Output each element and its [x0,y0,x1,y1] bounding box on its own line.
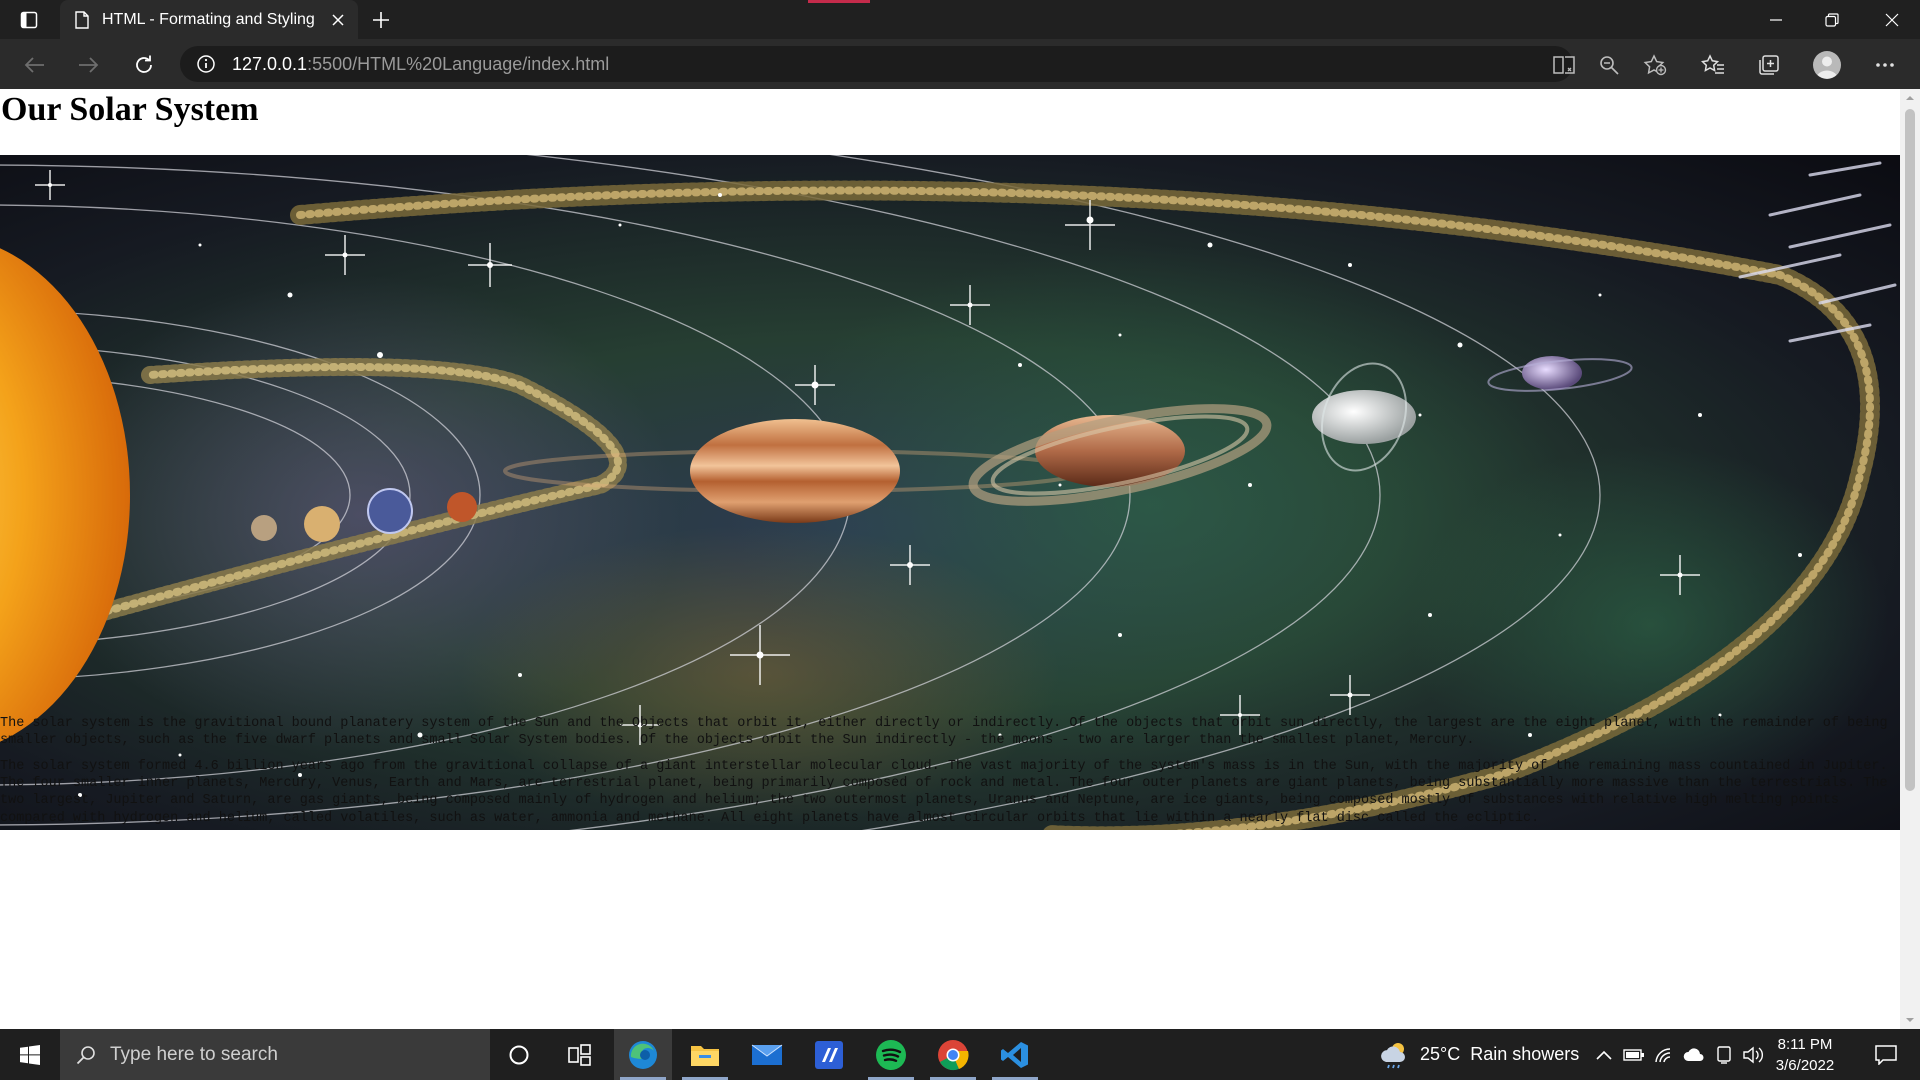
weather-widget[interactable]: 25°C Rain showers [1380,1029,1579,1080]
clock-time: 8:11 PM [1777,1036,1833,1053]
cortana-button[interactable] [490,1029,548,1080]
profile-icon [1813,51,1841,79]
media-playing-indicator [808,0,870,3]
weather-description: Rain showers [1470,1044,1580,1064]
more-options-button[interactable] [1868,48,1902,82]
collections-button[interactable] [1752,48,1786,82]
close-window-icon [1885,13,1899,26]
more-icon [1876,63,1894,67]
windows-logo-icon [20,1044,40,1065]
battery-status[interactable] [1622,1029,1646,1080]
clock-date: 3/6/2022 [1775,1057,1835,1074]
favorites-button[interactable] [1696,48,1730,82]
taskbar-vscode[interactable] [986,1029,1044,1080]
add-favorite-icon [1643,54,1667,76]
active-tab[interactable]: HTML - Formating and Styling [60,0,358,39]
rain-cloud-icon [1381,1042,1405,1068]
back-icon [24,57,44,73]
taskbar-search[interactable]: Type here to search [60,1029,490,1080]
immersive-reader-button[interactable] [1547,48,1581,82]
refresh-button[interactable] [127,48,161,82]
taskbar-edge[interactable] [614,1029,672,1080]
collections-icon [1759,55,1779,75]
favorites-icon [1701,54,1724,74]
cloud-icon [1683,1047,1704,1061]
scroll-up-icon[interactable] [1900,91,1920,105]
network-status[interactable] [1652,1029,1676,1080]
page-heading: Our Solar System [1,91,259,128]
forward-button[interactable] [72,48,106,82]
zoom-button[interactable] [1592,48,1626,82]
scroll-thumb[interactable] [1905,109,1915,791]
browser-toolbar: 127.0.0.1:5500/HTML%20Language/index.htm… [0,39,1920,89]
task-view-button[interactable] [551,1029,609,1080]
tab-actions-icon [20,11,38,29]
close-icon [332,13,344,26]
tab-actions-button[interactable] [14,6,44,34]
immersive-reader-icon [1553,56,1575,74]
url-path: :5500/HTML%20Language/index.html [307,53,610,74]
notification-icon [1875,1044,1897,1065]
windows-taskbar: Type here to search 25°C Rain showers 8:… [0,1029,1920,1080]
search-icon [76,1045,95,1064]
page-icon [75,10,89,29]
paragraph-intro: The solar system is the gravitional boun… [0,716,1888,749]
info-icon[interactable] [196,54,216,74]
task-view-icon [568,1043,591,1066]
search-placeholder: Type here to search [110,1043,278,1065]
tab-strip: HTML - Formating and Styling [0,0,1920,39]
page-viewport: Our Solar System The solar system is the… [0,89,1900,1029]
taskbar-spotify[interactable] [862,1029,920,1080]
start-button[interactable] [0,1029,60,1080]
show-hidden-icons-button[interactable] [1592,1029,1616,1080]
mail-icon [751,1044,783,1065]
close-tab-button[interactable] [324,6,352,34]
restore-icon [1825,12,1839,27]
chevron-up-icon [1596,1050,1612,1060]
taskbar-mail[interactable] [738,1029,796,1080]
tab-title: HTML - Formating and Styling [102,10,315,28]
restore-button[interactable] [1804,0,1860,39]
back-button[interactable] [17,48,51,82]
visual-studio-icon [815,1040,843,1069]
cortana-icon [509,1045,529,1064]
taskbar-visual-studio[interactable] [800,1029,858,1080]
forward-icon [79,57,99,73]
edge-icon [629,1040,657,1069]
weather-temperature: 25°C [1420,1044,1461,1064]
profile-button[interactable] [1810,48,1844,82]
wifi-icon [1655,1047,1671,1062]
battery-icon [1623,1048,1644,1061]
device-icon [1717,1045,1731,1064]
taskbar-file-explorer[interactable] [676,1029,734,1080]
notifications-button[interactable] [1862,1029,1910,1080]
plus-icon [373,12,389,28]
zoom-icon [1600,56,1619,75]
refresh-icon [136,55,152,73]
paragraph-formation: The solar system formed 4.6 billion year… [0,759,1888,826]
close-window-button[interactable] [1864,0,1920,39]
add-favorite-button[interactable] [1638,48,1672,82]
new-tab-button[interactable] [366,6,396,34]
device-status[interactable] [1712,1029,1736,1080]
taskbar-clock[interactable]: 8:11 PM 3/6/2022 [1760,1034,1850,1076]
minimize-icon [1770,18,1782,21]
scroll-down-icon[interactable] [1900,1013,1920,1027]
vscode-icon [1001,1041,1028,1068]
address-bar[interactable]: 127.0.0.1:5500/HTML%20Language/index.htm… [180,46,1573,82]
chrome-icon [938,1039,969,1070]
file-explorer-icon [691,1045,719,1066]
page-scrollbar[interactable] [1900,89,1920,1029]
url-host: 127.0.0.1:5500/HTML%20Language/index.htm… [232,53,610,74]
spotify-icon [876,1039,906,1070]
onedrive-status[interactable] [1682,1029,1706,1080]
minimize-button[interactable] [1748,0,1804,39]
taskbar-chrome[interactable] [924,1029,982,1080]
